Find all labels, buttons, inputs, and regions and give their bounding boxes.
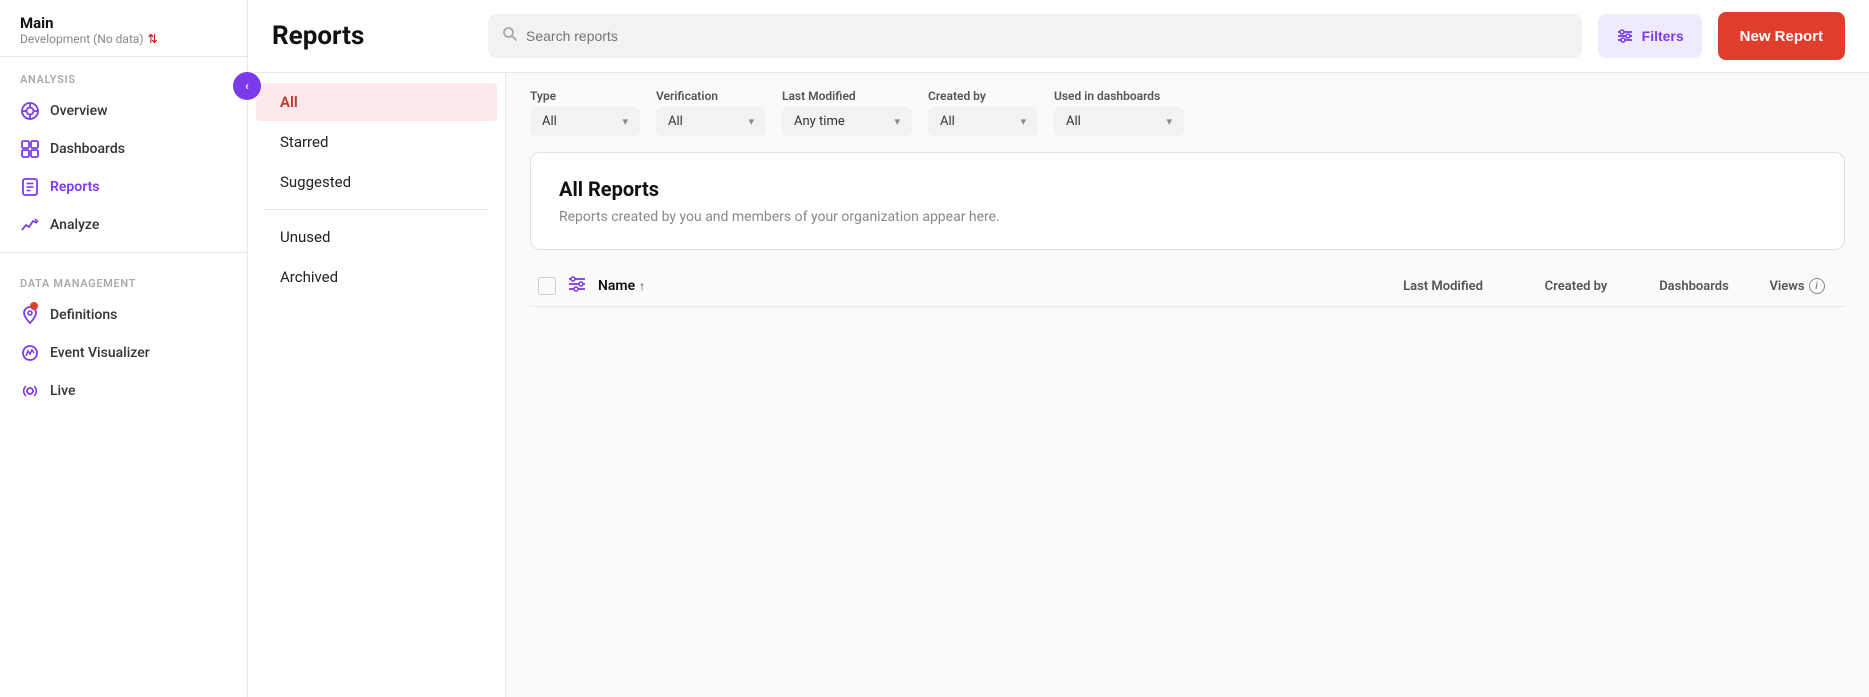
new-report-button[interactable]: New Report	[1718, 12, 1845, 60]
filter-created-by-value: All	[940, 114, 955, 129]
filter-last-modified-select[interactable]: Any time ▾	[782, 107, 912, 136]
filter-created-by-label: Created by	[928, 89, 1038, 103]
sidebar-item-live[interactable]: Live	[0, 372, 247, 410]
overview-icon	[20, 101, 40, 121]
left-nav-item-archived[interactable]: Archived	[256, 258, 497, 296]
sidebar-item-label-live: Live	[50, 383, 75, 399]
filter-last-modified-label: Last Modified	[782, 89, 912, 103]
app-subtitle: Development (No data) ⇅	[20, 32, 158, 46]
collapse-button[interactable]: ‹	[233, 72, 261, 100]
sidebar-header: Main Development (No data) ⇅	[0, 0, 247, 57]
sidebar-item-label-event-visualizer: Event Visualizer	[50, 345, 150, 361]
filter-type-select[interactable]: All ▾	[530, 107, 640, 136]
table-col-last-modified: Last Modified	[1373, 279, 1513, 294]
chevron-down-icon-4: ▾	[1020, 115, 1026, 128]
filter-row: Type All ▾ Verification All ▾ Last Modif…	[530, 89, 1845, 136]
sidebar-item-definitions[interactable]: Definitions	[0, 296, 247, 334]
sort-icon: ↑	[639, 279, 645, 293]
views-info-icon[interactable]: i	[1809, 278, 1825, 294]
table-filter-icon	[568, 276, 586, 296]
app-title: Main	[20, 14, 158, 32]
sidebar-item-label-overview: Overview	[50, 103, 107, 119]
search-bar[interactable]	[488, 14, 1582, 58]
table-col-dashboards: Dashboards	[1639, 279, 1749, 294]
filter-last-modified-group: Last Modified Any time ▾	[782, 89, 912, 136]
all-reports-card: All Reports Reports created by you and m…	[530, 152, 1845, 250]
main-content: Reports Filters New Report	[248, 0, 1869, 697]
event-visualizer-icon	[20, 343, 40, 363]
definitions-icon	[20, 305, 40, 325]
sidebar-item-label-dashboards: Dashboards	[50, 141, 125, 157]
sidebar-item-event-visualizer[interactable]: Event Visualizer	[0, 334, 247, 372]
data-management-label: Data Management	[0, 261, 247, 296]
sidebar-divider	[0, 252, 247, 253]
filter-used-in-dashboards-label: Used in dashboards	[1054, 89, 1184, 103]
sidebar-item-dashboards[interactable]: Dashboards	[0, 130, 247, 168]
table-col-name[interactable]: Name ↑	[598, 278, 1365, 294]
left-nav-item-all[interactable]: All	[256, 83, 497, 121]
filter-used-in-dashboards-value: All	[1066, 114, 1081, 129]
search-input[interactable]	[526, 28, 1568, 44]
chevron-down-icon: ▾	[622, 115, 628, 128]
all-reports-description: Reports created by you and members of yo…	[559, 209, 1816, 225]
filter-verification-value: All	[668, 114, 683, 129]
left-nav-item-unused[interactable]: Unused	[256, 218, 497, 256]
chevron-down-icon-2: ▾	[748, 115, 754, 128]
table-select-all-checkbox[interactable]	[538, 277, 556, 295]
filter-verification-group: Verification All ▾	[656, 89, 766, 136]
filter-type-value: All	[542, 114, 557, 129]
sidebar-item-analyze[interactable]: Analyze	[0, 206, 247, 244]
chevron-down-icon-5: ▾	[1166, 115, 1172, 128]
sidebar-item-label-definitions: Definitions	[50, 307, 117, 323]
left-nav-divider	[264, 209, 489, 210]
sidebar-item-overview[interactable]: Overview	[0, 92, 247, 130]
filters-label: Filters	[1642, 28, 1684, 44]
filters-button[interactable]: Filters	[1598, 14, 1702, 58]
sidebar: Main Development (No data) ⇅ ‹ Analysis …	[0, 0, 248, 697]
sidebar-item-reports[interactable]: Reports	[0, 168, 247, 206]
left-nav-item-starred[interactable]: Starred	[256, 123, 497, 161]
analyze-icon	[20, 215, 40, 235]
live-icon	[20, 381, 40, 401]
left-nav-item-suggested[interactable]: Suggested	[256, 163, 497, 201]
sidebar-item-label-reports: Reports	[50, 179, 100, 195]
table-col-created-by: Created by	[1521, 279, 1631, 294]
arrows-icon: ⇅	[148, 33, 158, 45]
reports-icon	[20, 177, 40, 197]
left-nav: All Starred Suggested Unused Archived	[248, 73, 506, 697]
filter-used-in-dashboards-select[interactable]: All ▾	[1054, 107, 1184, 136]
filter-created-by-select[interactable]: All ▾	[928, 107, 1038, 136]
filter-verification-select[interactable]: All ▾	[656, 107, 766, 136]
table-header: Name ↑ Last Modified Created by Dashboar…	[530, 266, 1845, 307]
dashboards-icon	[20, 139, 40, 159]
analysis-section-label: Analysis	[0, 57, 247, 92]
sidebar-item-label-analyze: Analyze	[50, 217, 99, 233]
page-title: Reports	[272, 21, 472, 51]
filter-verification-label: Verification	[656, 89, 766, 103]
table-col-views: Views i	[1757, 278, 1837, 294]
filter-type-label: Type	[530, 89, 640, 103]
filter-created-by-group: Created by All ▾	[928, 89, 1038, 136]
search-icon	[502, 26, 518, 46]
filter-used-in-dashboards-group: Used in dashboards All ▾	[1054, 89, 1184, 136]
definitions-badge	[30, 302, 38, 310]
report-area: Type All ▾ Verification All ▾ Last Modif…	[506, 73, 1869, 697]
filter-last-modified-value: Any time	[794, 114, 845, 129]
top-bar: Reports Filters New Report	[248, 0, 1869, 73]
content-area: All Starred Suggested Unused Archived Ty…	[248, 73, 1869, 697]
all-reports-title: All Reports	[559, 177, 1816, 201]
chevron-down-icon-3: ▾	[894, 115, 900, 128]
filters-icon	[1616, 27, 1634, 45]
filter-type-group: Type All ▾	[530, 89, 640, 136]
